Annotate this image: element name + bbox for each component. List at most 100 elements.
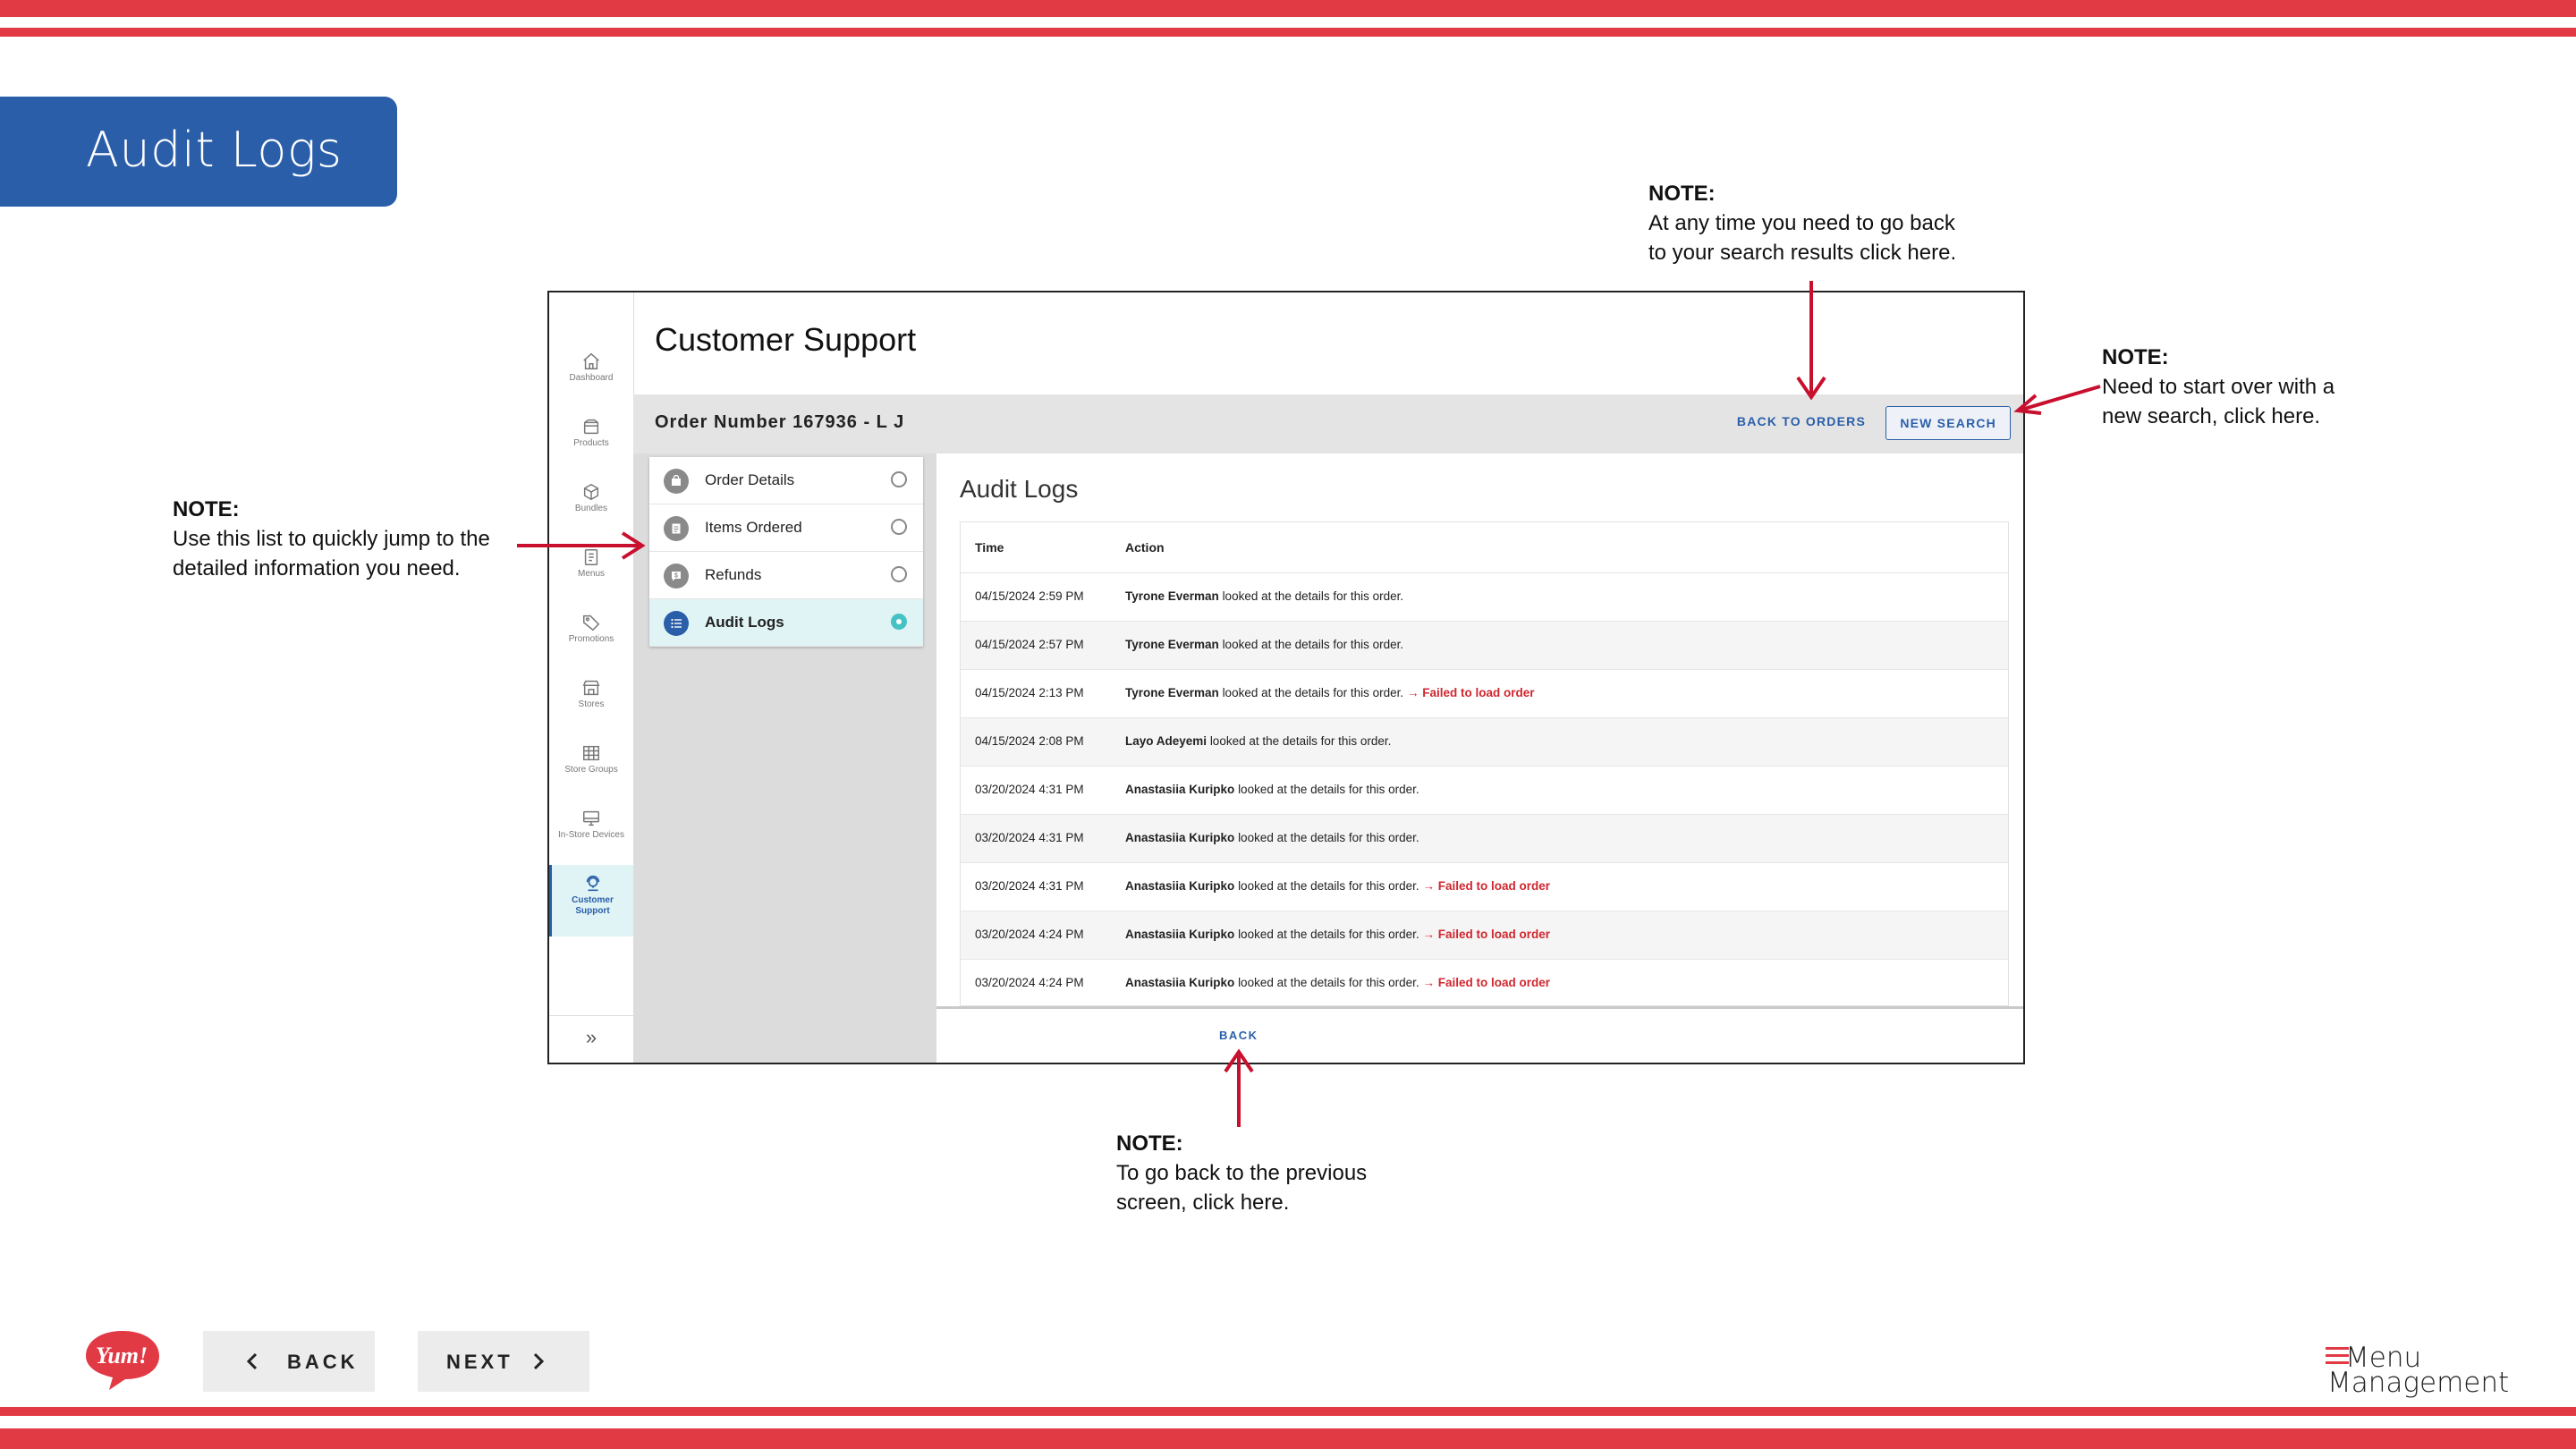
row-action: Anastasiia Kuripko looked at the details… (1125, 831, 1419, 844)
row-action-text: looked at the details for this order. (1238, 879, 1419, 893)
back-link[interactable]: BACK (1219, 1029, 1258, 1042)
row-error: Failed to load order (1437, 976, 1550, 989)
main-area: Customer Support Order Number 167936 - L… (633, 292, 2023, 1063)
row-time: 03/20/2024 4:31 PM (975, 879, 1084, 893)
note-body: To go back to the previous screen, click… (1116, 1161, 1368, 1215)
table-body: 04/15/2024 2:59 PM Tyrone Everman looked … (961, 573, 2008, 1005)
section-item-refunds[interactable]: $ Refunds (649, 552, 923, 599)
row-time: 03/20/2024 4:24 PM (975, 928, 1084, 941)
note-heading: NOTE: (1116, 1131, 1183, 1156)
back-button-label: BACK (287, 1351, 359, 1373)
row-action: Anastasiia Kuripko looked at the details… (1125, 783, 1419, 796)
home-icon (583, 352, 599, 369)
chevron-double-right-icon: » (585, 1026, 597, 1048)
table-row: 04/15/2024 2:57 PM Tyrone Everman looked … (961, 622, 2008, 670)
svg-text:$: $ (674, 573, 678, 580)
section-item-items-ordered[interactable]: Items Ordered (649, 504, 923, 552)
row-user: Anastasiia Kuripko (1125, 928, 1235, 941)
sidebar-item-label: Bundles (574, 504, 608, 513)
section-list-pane: Order Details Items Ordered $ Refunds Au… (633, 453, 936, 1063)
row-user: Anastasiia Kuripko (1125, 879, 1235, 893)
section-radio[interactable] (891, 519, 907, 535)
note-heading: NOTE: (173, 497, 240, 521)
sidebar-item-bundles[interactable]: Bundles (549, 473, 633, 530)
sidebar-item-label: Products (573, 438, 609, 448)
page-title: Customer Support (655, 321, 917, 358)
row-action-text: looked at the details for this order. (1238, 976, 1419, 989)
row-action-text: looked at the details for this order. (1238, 928, 1419, 941)
audit-logs-panel: Audit Logs Time Action 04/15/2024 2:59 P… (936, 453, 2023, 1063)
new-search-button[interactable]: NEW SEARCH (1885, 406, 2011, 440)
row-action: Anastasiia Kuripko looked at the details… (1125, 879, 1550, 893)
audit-logs-title: Audit Logs (960, 475, 1079, 503)
back-to-orders-button[interactable]: BACK TO ORDERS (1737, 414, 1866, 428)
row-action: Tyrone Everman looked at the details for… (1125, 638, 1403, 651)
arrow-right-icon: → (1422, 976, 1435, 989)
row-time: 03/20/2024 4:31 PM (975, 831, 1084, 844)
row-time: 03/20/2024 4:31 PM (975, 783, 1084, 796)
sidebar-collapse-button[interactable]: » (549, 1015, 633, 1063)
row-time: 04/15/2024 2:08 PM (975, 734, 1084, 748)
sidebar-item-customer-support[interactable]: Customer Support (549, 865, 633, 936)
chevron-left-icon (246, 1352, 258, 1370)
slide-title-tab: Audit Logs (0, 97, 397, 207)
table-row: 03/20/2024 4:24 PM Anastasiia Kuripko loo… (961, 911, 2008, 960)
note-new-search: NOTE: Need to start over with a new sear… (2102, 343, 2334, 431)
row-user: Anastasiia Kuripko (1125, 783, 1235, 796)
section-radio-selected[interactable] (891, 614, 907, 630)
back-button[interactable]: BACK (203, 1331, 375, 1392)
sidebar-item-label: Dashboard (569, 373, 614, 383)
sidebar-item-in-store-devices[interactable]: In-Store Devices (549, 800, 633, 857)
audit-log-table: Time Action 04/15/2024 2:59 PM Tyrone Eve… (960, 521, 2009, 1006)
note-body: At any time you need to go back to your … (1648, 211, 1957, 265)
yum-logo: Yum! (86, 1331, 159, 1390)
slide-title: Audit Logs (86, 122, 343, 178)
order-number: Order Number 167936 - L J (655, 412, 905, 432)
grid-icon (583, 745, 599, 761)
row-action-text: looked at the details for this order. (1238, 783, 1419, 796)
receipt-icon (664, 516, 689, 541)
note-heading: NOTE: (1648, 182, 1716, 206)
row-user: Anastasiia Kuripko (1125, 976, 1235, 989)
row-user: Tyrone Everman (1125, 638, 1219, 651)
arrow-to-back (1224, 1048, 1254, 1127)
row-action-text: looked at the details for this order. (1222, 589, 1404, 603)
bottom-stripe-thin (0, 1407, 2576, 1416)
yum-logo-text: Yum! (96, 1343, 148, 1368)
note-body: Need to start over with a new search, cl… (2102, 375, 2335, 428)
note-section-list: NOTE: Use this list to quickly jump to t… (173, 495, 490, 583)
sidebar-item-stores[interactable]: Stores (549, 669, 633, 726)
next-button-label: NEXT (446, 1351, 513, 1373)
row-action: Anastasiia Kuripko looked at the details… (1125, 928, 1550, 941)
sidebar-item-label: Stores (578, 699, 605, 709)
row-action-text: looked at the details for this order. (1209, 734, 1392, 748)
arrow-to-back-to-orders (1796, 281, 1826, 401)
section-item-audit-logs[interactable]: Audit Logs (649, 599, 923, 647)
section-radio[interactable] (891, 471, 907, 487)
arrow-right-icon: → (1406, 686, 1419, 699)
bag-icon (664, 469, 689, 494)
row-user: Tyrone Everman (1125, 589, 1219, 603)
chevron-right-icon (533, 1352, 545, 1370)
cube-icon (583, 483, 599, 501)
next-button[interactable]: NEXT (418, 1331, 589, 1392)
list-icon (664, 611, 689, 636)
row-error: Failed to load order (1437, 928, 1550, 941)
row-action-text: looked at the details for this order. (1238, 831, 1419, 844)
row-action: Anastasiia Kuripko looked at the details… (1125, 976, 1550, 989)
brand-word-2: Management (2327, 1367, 2510, 1399)
sidebar-item-promotions[interactable]: Promotions (549, 604, 633, 661)
section-item-order-details[interactable]: Order Details (649, 457, 923, 504)
support-agent-icon (586, 875, 599, 892)
sidebar-item-dashboard[interactable]: Dashboard (549, 343, 633, 400)
sidebar-item-store-groups[interactable]: Store Groups (549, 734, 633, 792)
section-item-label: Items Ordered (705, 519, 802, 536)
column-header-time: Time (975, 540, 1004, 555)
section-radio[interactable] (891, 566, 907, 582)
footer-bar: BACK (936, 1006, 2023, 1063)
table-row: 03/20/2024 4:31 PM Anastasiia Kuripko loo… (961, 863, 2008, 911)
box-icon (583, 419, 599, 435)
sidebar-item-products[interactable]: Products (549, 408, 633, 465)
row-action: Tyrone Everman looked at the details for… (1125, 686, 1534, 699)
sidebar-item-label: Store Groups (564, 765, 618, 775)
